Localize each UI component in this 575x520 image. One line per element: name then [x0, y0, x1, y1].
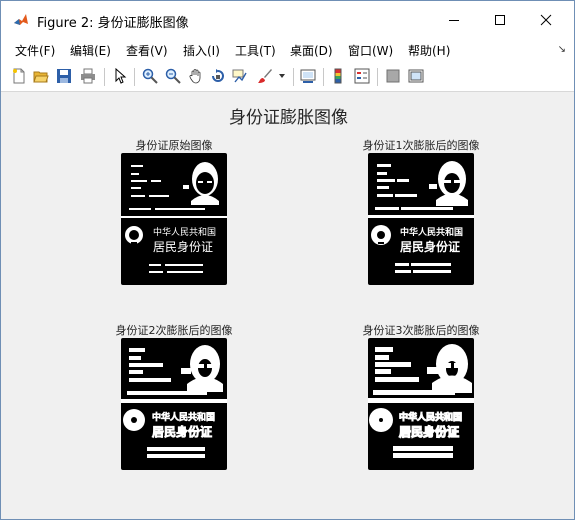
id-card-image-dilate-3: 中华人民共和国 居民身份证 [368, 338, 474, 470]
subplot-title-dilate-3: 身份证3次膨胀后的图像 [362, 324, 480, 337]
open-file-icon[interactable] [32, 67, 50, 85]
menu-file[interactable]: 文件(F) [15, 42, 55, 59]
hide-plot-tools-icon[interactable] [384, 67, 402, 85]
card-country-text: 中华人民共和国 [400, 226, 463, 238]
menu-window[interactable]: 窗口(W) [348, 42, 393, 59]
data-cursor-icon[interactable] [231, 67, 249, 85]
matlab-icon [13, 12, 29, 28]
subplot-title-dilate-1: 身份证1次膨胀后的图像 [362, 139, 480, 152]
new-figure-icon[interactable] [10, 67, 28, 85]
card-type-text: 居民身份证 [153, 239, 213, 254]
figure-title: 身份证膨胀图像 [229, 108, 348, 128]
card-country-text: 中华人民共和国 [152, 411, 215, 423]
figure-window: Figure 2: 身份证膨胀图像 文件(F) 编辑(E) 查看(V) 插入(I… [0, 0, 575, 520]
maximize-icon [495, 15, 505, 25]
menu-insert[interactable]: 插入(I) [183, 42, 220, 59]
menu-view[interactable]: 查看(V) [126, 42, 168, 59]
dropdown-arrow-icon[interactable] [277, 67, 287, 85]
menu-help[interactable]: 帮助(H) [408, 42, 450, 59]
minimize-button[interactable] [431, 1, 477, 39]
title-bar[interactable]: Figure 2: 身份证膨胀图像 [1, 1, 574, 39]
pointer-icon[interactable] [111, 67, 129, 85]
close-button[interactable] [523, 1, 569, 39]
menu-tools[interactable]: 工具(T) [235, 42, 276, 59]
subplot-title-dilate-2: 身份证2次膨胀后的图像 [115, 324, 233, 337]
figure-canvas [1, 92, 574, 519]
save-icon[interactable] [55, 67, 73, 85]
rotate-3d-icon[interactable] [209, 67, 227, 85]
window-title: Figure 2: 身份证膨胀图像 [37, 16, 189, 31]
print-icon[interactable] [79, 67, 97, 85]
minimize-icon [449, 20, 459, 21]
zoom-in-icon[interactable] [141, 67, 159, 85]
menu-desktop[interactable]: 桌面(D) [290, 42, 333, 59]
menu-edit[interactable]: 编辑(E) [70, 42, 111, 59]
brush-icon[interactable] [256, 67, 274, 85]
card-type-text: 居民身份证 [152, 424, 212, 439]
figure-toolbar [1, 61, 574, 92]
zoom-out-icon[interactable] [164, 67, 182, 85]
id-card-image-dilate-2: 中华人民共和国 居民身份证 [121, 338, 227, 470]
show-plot-tools-icon[interactable] [407, 67, 425, 85]
legend-icon[interactable] [353, 67, 371, 85]
pan-hand-icon[interactable] [187, 67, 205, 85]
link-plot-icon[interactable] [299, 67, 317, 85]
colorbar-icon[interactable] [330, 67, 348, 85]
maximize-button[interactable] [477, 1, 523, 39]
close-icon [540, 14, 552, 26]
id-card-image-original: 中华人民共和国 居民身份证 [121, 153, 227, 285]
menu-bar: 文件(F) 编辑(E) 查看(V) 插入(I) 工具(T) 桌面(D) 窗口(W… [1, 39, 574, 61]
card-type-text: 居民身份证 [400, 239, 460, 254]
subplot-title-original: 身份证原始图像 [135, 139, 213, 152]
card-country-text: 中华人民共和国 [399, 411, 462, 423]
id-card-image-dilate-1: 中华人民共和国 居民身份证 [368, 153, 474, 285]
card-type-text: 居民身份证 [399, 424, 459, 439]
dock-arrow-icon[interactable]: ↘ [558, 44, 566, 55]
card-country-text: 中华人民共和国 [153, 226, 216, 238]
